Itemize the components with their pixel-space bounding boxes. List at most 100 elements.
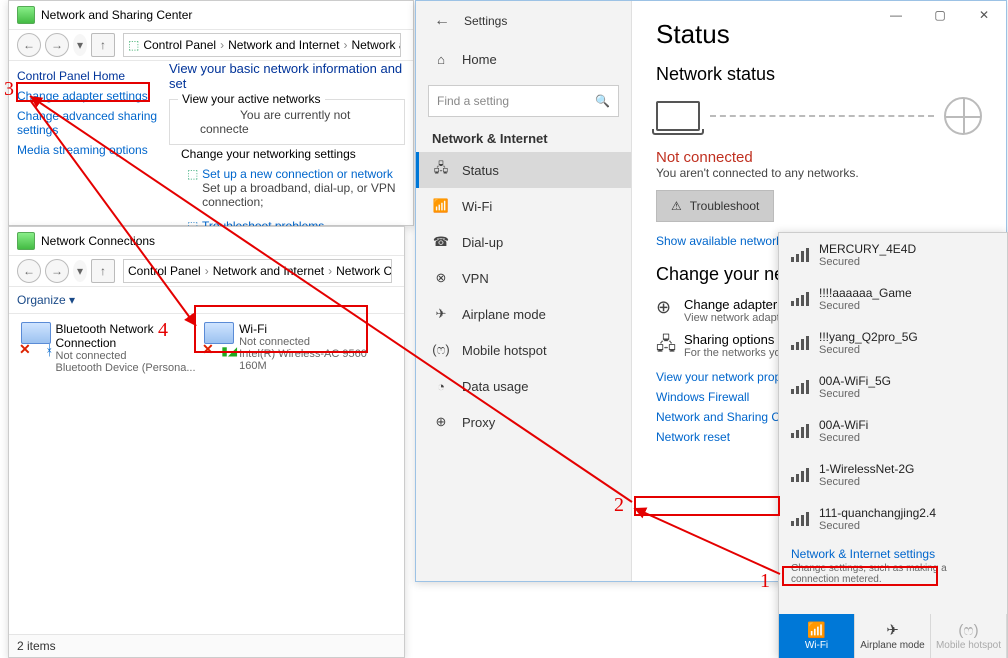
nav-airplane[interactable]: ✈Airplane mode — [416, 296, 631, 332]
nav-vpn[interactable]: ⊗VPN — [416, 260, 631, 296]
section-network-status: Network status — [656, 64, 982, 85]
setup-connection-link[interactable]: Set up a new connection or network — [202, 167, 393, 181]
group-label: Change your networking settings — [177, 147, 360, 161]
nav-data-usage[interactable]: ◔Data usage — [416, 368, 631, 404]
hotspot-icon: (ෆ) — [432, 342, 450, 358]
network-security: Secured — [819, 432, 868, 444]
wifi-network-item[interactable]: !!!!aaaaaa_GameSecured — [779, 277, 1007, 321]
window-title: Network Connections — [41, 227, 155, 255]
troubleshoot-button[interactable]: ⚠Troubleshoot — [656, 190, 774, 222]
not-connected-label: Not connected — [656, 149, 982, 166]
nav-recent-button[interactable]: ▾ — [73, 34, 87, 56]
not-connected-desc: You aren't connected to any networks. — [656, 166, 982, 180]
proxy-icon: ⊕ — [432, 414, 450, 430]
quick-airplane-toggle[interactable]: ✈Airplane mode — [855, 614, 931, 658]
category-label: Network & Internet — [416, 127, 631, 152]
window-network-sharing-center: Network and Sharing Center ← → ▾ ↑ ⬚ Con… — [8, 0, 414, 226]
nav-dialup[interactable]: ☎Dial-up — [416, 224, 631, 260]
nav-wifi[interactable]: 📶Wi-Fi — [416, 188, 631, 224]
quick-hotspot-toggle[interactable]: (ෆ)Mobile hotspot — [931, 614, 1007, 658]
network-name: MERCURY_4E4D — [819, 242, 916, 256]
connection-bluetooth[interactable]: ✕ᚼ Bluetooth Network Connection Not conn… — [21, 322, 201, 374]
data-icon: ◔ — [432, 379, 450, 394]
connection-wifi[interactable]: ✕▮◢ Wi-Fi Not connected Intel(R) Wireles… — [204, 322, 384, 372]
not-connected-text: You are currently not connecte — [200, 108, 350, 136]
crumb[interactable]: Network and Sharing Center — [351, 38, 401, 52]
titlebar[interactable]: Network and Sharing Center — [9, 1, 413, 30]
crumb[interactable]: Control Panel — [128, 264, 201, 278]
crumb[interactable]: Network and Internet — [213, 264, 324, 278]
nav-forward-button[interactable]: → — [45, 33, 69, 57]
home-icon: ⌂ — [432, 52, 450, 67]
media-streaming-link[interactable]: Media streaming options — [17, 143, 148, 157]
connection-line — [710, 115, 934, 117]
signal-icon — [791, 248, 809, 262]
network-security: Secured — [819, 256, 916, 268]
control-panel-icon — [17, 232, 35, 250]
app-title: Settings — [464, 14, 507, 28]
nav-forward-button[interactable]: → — [45, 259, 69, 283]
wifi-network-item[interactable]: 00A-WiFiSecured — [779, 409, 1007, 453]
network-diagram — [656, 97, 982, 135]
control-panel-home-link[interactable]: Control Panel Home — [17, 69, 165, 83]
network-security: Secured — [819, 520, 936, 532]
nav-home[interactable]: ⌂Home — [416, 41, 631, 77]
wifi-network-item[interactable]: !!!yang_Q2pro_5GSecured — [779, 321, 1007, 365]
change-adapter-settings-link[interactable]: Change adapter settings — [17, 89, 148, 103]
setup-connection-desc: Set up a broadband, dial-up, or VPN conn… — [202, 181, 397, 209]
connection-name: Bluetooth Network Connection — [56, 322, 201, 350]
search-input[interactable]: Find a setting 🔍 — [428, 85, 619, 117]
organize-menu[interactable]: Organize ▾ — [17, 293, 75, 307]
nav-up-button[interactable]: ↑ — [91, 33, 115, 57]
connections-list: ✕ᚼ Bluetooth Network Connection Not conn… — [9, 314, 404, 330]
signal-icon — [791, 380, 809, 394]
minimize-button[interactable]: — — [874, 1, 918, 29]
control-panel-icon — [17, 6, 35, 24]
breadcrumb[interactable]: Control Panel› Network and Internet› Net… — [123, 259, 392, 283]
network-name: 1-WirelessNet-2G — [819, 462, 914, 476]
network-name: 00A-WiFi — [819, 418, 868, 432]
nav-hotspot[interactable]: (ෆ)Mobile hotspot — [416, 332, 631, 368]
search-icon: 🔍 — [595, 94, 610, 108]
titlebar[interactable]: Network Connections — [9, 227, 404, 256]
window-title: Network and Sharing Center — [41, 1, 192, 29]
breadcrumb[interactable]: ⬚ Control Panel› Network and Internet› N… — [123, 33, 401, 57]
crumb[interactable]: Network Connections — [336, 264, 392, 278]
flyout-bottom-bar: 📶Wi-Fi ✈Airplane mode (ෆ)Mobile hotspot — [779, 614, 1007, 658]
wifi-network-item[interactable]: MERCURY_4E4DSecured — [779, 233, 1007, 277]
nav-recent-button[interactable]: ▾ — [73, 260, 87, 282]
crumb[interactable]: Network and Internet — [228, 38, 339, 52]
window-network-connections: Network Connections ← → ▾ ↑ Control Pane… — [8, 226, 405, 658]
wifi-network-item[interactable]: 111-quanchangjing2.4Secured — [779, 497, 1007, 541]
signal-icon — [791, 336, 809, 350]
quick-wifi-toggle[interactable]: 📶Wi-Fi — [779, 614, 855, 658]
network-internet-settings-link[interactable]: Network & Internet settings — [791, 547, 935, 561]
nav-proxy[interactable]: ⊕Proxy — [416, 404, 631, 440]
wifi-network-item[interactable]: 00A-WiFi_5GSecured — [779, 365, 1007, 409]
vpn-icon: ⊗ — [432, 270, 450, 286]
maximize-button[interactable]: ▢ — [918, 1, 962, 29]
page-heading: View your basic network information and … — [169, 61, 405, 91]
wifi-adapter-icon: ✕▮◢ — [204, 322, 235, 356]
nav-back-button[interactable]: ← — [17, 33, 41, 57]
change-advanced-sharing-link[interactable]: Change advanced sharing settings — [17, 109, 157, 137]
nav-up-button[interactable]: ↑ — [91, 259, 115, 283]
signal-icon — [791, 512, 809, 526]
flyout-hint: Change settings, such as making a connec… — [779, 563, 1007, 589]
address-bar: ← → ▾ ↑ ⬚ Control Panel› Network and Int… — [9, 30, 413, 61]
crumb[interactable]: Control Panel — [143, 38, 216, 52]
dialup-icon: ☎ — [432, 234, 450, 250]
wifi-icon: 📶 — [807, 621, 826, 639]
items-count: 2 items — [17, 639, 56, 653]
nav-status[interactable]: 🖧Status — [416, 152, 631, 188]
back-button[interactable]: ← — [428, 7, 456, 35]
address-bar: ← → ▾ ↑ Control Panel› Network and Inter… — [9, 256, 404, 287]
group-label: View your active networks — [178, 92, 325, 106]
close-button[interactable]: ✕ — [962, 1, 1006, 29]
toolbar: Organize ▾ — [9, 287, 404, 314]
connection-name: Wi-Fi — [239, 322, 384, 336]
nav-back-button[interactable]: ← — [17, 259, 41, 283]
globe-icon — [944, 97, 982, 135]
connection-status: Not connected — [239, 336, 384, 348]
wifi-network-item[interactable]: 1-WirelessNet-2GSecured — [779, 453, 1007, 497]
